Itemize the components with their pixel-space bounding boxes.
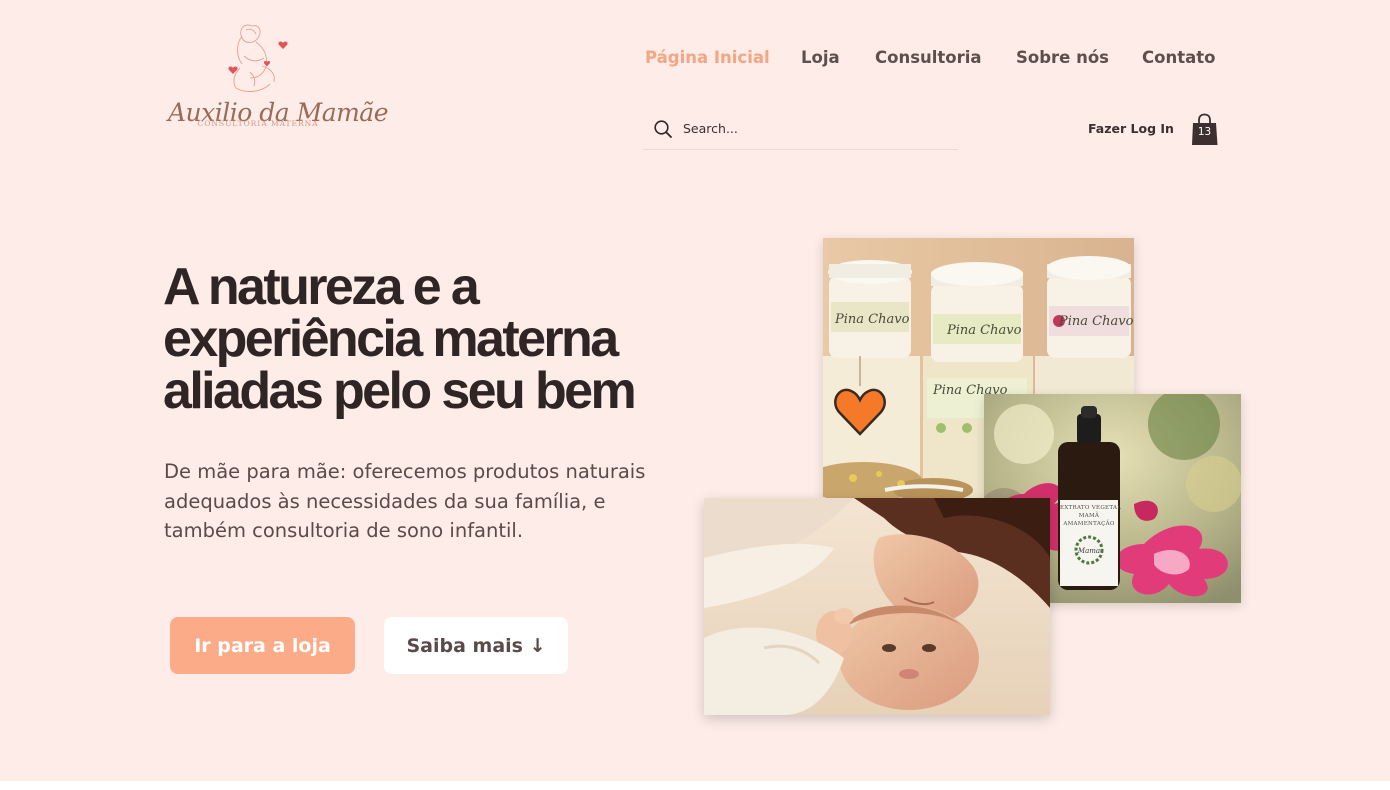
search-icon[interactable] (653, 119, 673, 139)
nav-item-contato[interactable]: Contato (1142, 48, 1215, 67)
nav-item-sobre-nos[interactable]: Sobre nós (1016, 48, 1109, 67)
hero-title-line: experiência materna (163, 310, 619, 368)
cart-button[interactable]: 13 (1191, 113, 1219, 147)
hero-title-line: aliadas pelo seu bem (163, 362, 637, 420)
mother-baby-photo (704, 498, 1050, 715)
hero-subtitle-line: adequados às necessidades da sua família… (164, 489, 606, 513)
cart-count-badge: 13 (1197, 126, 1212, 138)
nav-item-consultoria[interactable]: Consultoria (875, 48, 982, 67)
search-input[interactable] (683, 119, 943, 137)
search-bar[interactable] (643, 110, 958, 150)
hero-title: A natureza e a experiência materna aliad… (163, 261, 723, 417)
svg-text:Mama: Mama (1077, 547, 1100, 555)
bottle-label-line: AMAMENTAÇÃO (1063, 521, 1115, 527)
login-link[interactable]: Fazer Log In (1088, 121, 1174, 136)
page: Auxilio da Mamãe CONSULTORIA MATERNA Pág… (0, 0, 1390, 781)
jar-brand-label: Pina Chavo (1059, 314, 1134, 329)
logo-subtitle: CONSULTORIA MATERNA (197, 119, 319, 128)
jar-brand-label: Pina Chavo (947, 323, 1022, 338)
nav-item-loja[interactable]: Loja (801, 48, 840, 67)
hero-subtitle-line: também consultoria de sono infantil. (164, 519, 524, 542)
go-to-shop-button[interactable]: Ir para a loja (170, 617, 355, 674)
jar-brand-label: Pina Chavo (835, 312, 910, 327)
hero-subtitle-line: De mãe para mãe: oferecemos produtos nat… (164, 460, 646, 483)
hero-subtitle: De mãe para mãe: oferecemos produtos nat… (164, 457, 684, 546)
nav-item-pagina-inicial[interactable]: Página Inicial (645, 48, 770, 67)
learn-more-button[interactable]: Saiba mais ↓ (384, 617, 568, 674)
bottle-label-line: EXTRATO VEGETAL (1060, 505, 1122, 511)
hero-title-line: A natureza e a (163, 258, 480, 316)
bottle-label-line: MAMÃ (1078, 513, 1100, 519)
mother-illustration-icon (228, 24, 288, 92)
brand-logo[interactable]: Auxilio da Mamãe CONSULTORIA MATERNA (166, 16, 389, 134)
